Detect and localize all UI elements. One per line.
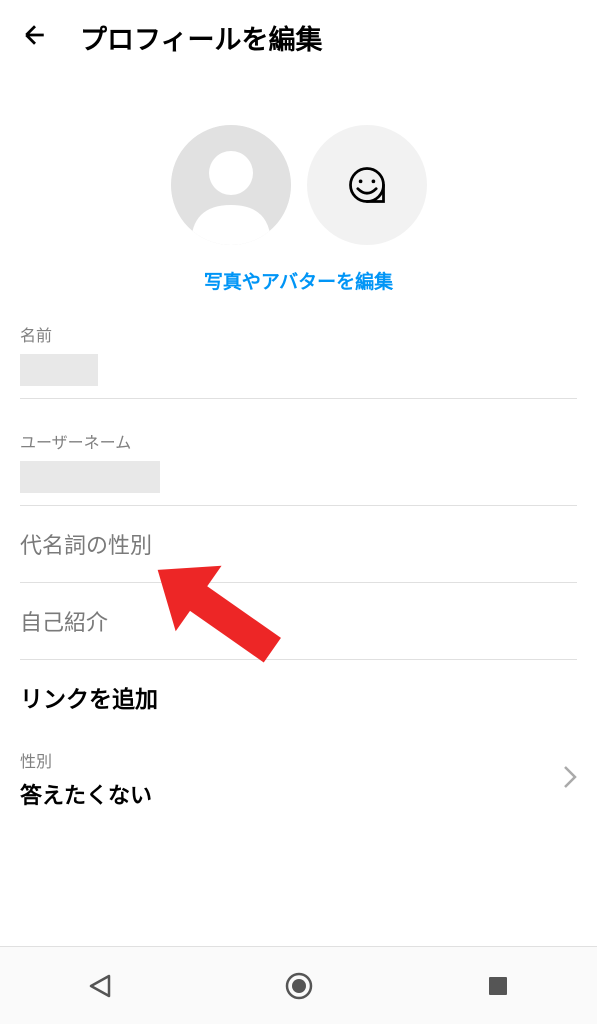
bio-field[interactable]: 自己紹介 <box>20 583 577 660</box>
gender-label: 性別 <box>20 748 553 772</box>
name-field[interactable]: 名前 <box>20 322 577 399</box>
bio-label: 自己紹介 <box>20 605 577 637</box>
nav-recent-button[interactable] <box>468 956 528 1016</box>
system-nav-bar <box>0 946 597 1024</box>
avatar-creator[interactable] <box>307 125 427 245</box>
back-button[interactable] <box>20 20 50 55</box>
add-links-label: リンクを追加 <box>20 680 577 714</box>
profile-photo[interactable] <box>171 125 291 245</box>
username-value <box>20 461 577 497</box>
name-label: 名前 <box>20 322 577 346</box>
fade-overlay <box>0 856 597 946</box>
gender-value: 答えたくない <box>20 778 553 810</box>
username-field[interactable]: ユーザーネーム <box>20 429 577 506</box>
chevron-right-icon <box>563 763 577 796</box>
gender-field[interactable]: 性別 答えたくない <box>20 734 577 810</box>
edit-photo-link[interactable]: 写真やアバターを編集 <box>0 267 597 294</box>
name-value <box>20 354 577 390</box>
nav-home-button[interactable] <box>269 956 329 1016</box>
pronoun-field[interactable]: 代名詞の性別 <box>20 506 577 583</box>
add-links-field[interactable]: リンクを追加 <box>20 660 577 734</box>
username-label: ユーザーネーム <box>20 429 577 453</box>
page-title: プロフィールを編集 <box>80 18 322 57</box>
nav-back-button[interactable] <box>70 956 130 1016</box>
pronoun-label: 代名詞の性別 <box>20 528 577 560</box>
